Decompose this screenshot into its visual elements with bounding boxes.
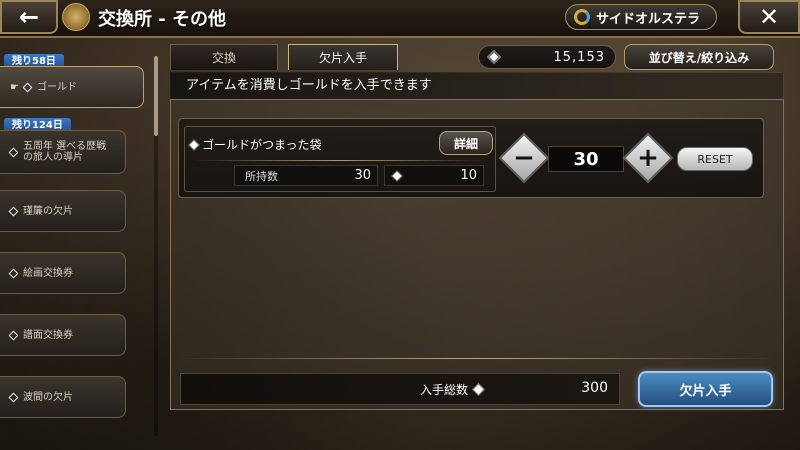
page-title: 交換所 - その他 xyxy=(98,9,227,30)
fragment-currency-icon xyxy=(486,49,502,65)
diamond-icon xyxy=(8,330,19,340)
item-name-text: ゴールドがつまった袋 xyxy=(202,138,322,152)
sidebar-item-label: 瑾簾の欠片 xyxy=(23,205,73,217)
item-cost: 10 xyxy=(384,165,484,186)
owned-label: 所持数 xyxy=(245,169,278,183)
owned-count: 所持数 30 xyxy=(234,165,378,186)
quantity-display: 30 xyxy=(548,146,624,172)
diamond-icon xyxy=(8,147,19,157)
footer-divider xyxy=(178,358,774,359)
back-button[interactable]: ← xyxy=(0,0,58,34)
fragment-currency-icon xyxy=(391,169,403,182)
sidebar-item-fragment-a[interactable]: 瑾簾の欠片 xyxy=(0,190,126,232)
world-switch-button[interactable]: サイドオルステラ xyxy=(565,4,717,30)
total-label: 入手総数 xyxy=(420,381,485,398)
close-button[interactable]: ✕ xyxy=(738,0,800,34)
back-arrow-icon: ← xyxy=(18,3,40,31)
fragment-currency-icon xyxy=(472,383,485,396)
sidebar-item-anniversary[interactable]: 五周年 選べる歴戦の旅人の導片 xyxy=(0,130,126,174)
detail-button[interactable]: 詳細 xyxy=(439,131,493,155)
close-icon: ✕ xyxy=(758,3,780,31)
sidebar-item-label: 五周年 選べる歴戦の旅人の導片 xyxy=(23,141,107,163)
total-bar xyxy=(180,373,620,405)
cost-value: 10 xyxy=(460,168,477,183)
panel-description: アイテムを消費しゴールドを入手できます xyxy=(170,72,784,100)
exchange-emblem-icon xyxy=(62,3,90,31)
diamond-icon xyxy=(188,138,200,151)
sidebar-item-label: 絵画交換券 xyxy=(23,267,73,279)
world-swap-icon xyxy=(574,9,590,25)
sidebar-scroll-thumb[interactable] xyxy=(154,56,158,136)
tab-fragment-acquire[interactable]: 欠片入手 xyxy=(288,44,398,70)
total-label-text: 入手総数 xyxy=(420,383,469,397)
diamond-icon xyxy=(8,392,19,402)
acquire-fragment-button[interactable]: 欠片入手 xyxy=(638,371,773,407)
currency-display: 15,153 xyxy=(478,45,616,69)
world-switch-label: サイドオルステラ xyxy=(596,11,701,27)
reset-button[interactable]: RESET xyxy=(677,147,753,171)
sidebar-item-label: 波間の欠片 xyxy=(23,391,73,403)
owned-value: 30 xyxy=(354,168,371,183)
sidebar-item-label: ゴールド xyxy=(37,81,77,93)
diamond-icon xyxy=(22,82,33,92)
sidebar-item-label: 譜面交換券 xyxy=(23,329,73,341)
item-name: ゴールドがつまった袋 xyxy=(188,136,322,153)
diamond-icon xyxy=(8,206,19,216)
sort-filter-button[interactable]: 並び替え/絞り込み xyxy=(624,44,774,70)
total-value: 300 xyxy=(581,380,608,396)
sidebar-item-score-ticket[interactable]: 譜面交換券 xyxy=(0,314,126,356)
diamond-icon xyxy=(8,268,19,278)
sidebar-item-painting-ticket[interactable]: 絵画交換券 xyxy=(0,252,126,294)
tab-exchange[interactable]: 交換 xyxy=(170,44,278,70)
sidebar-item-wave-fragment[interactable]: 波間の欠片 xyxy=(0,376,126,418)
currency-value: 15,153 xyxy=(553,49,605,65)
item-divider xyxy=(190,160,490,161)
sidebar-item-gold[interactable]: ☛ ゴールド xyxy=(0,66,144,108)
